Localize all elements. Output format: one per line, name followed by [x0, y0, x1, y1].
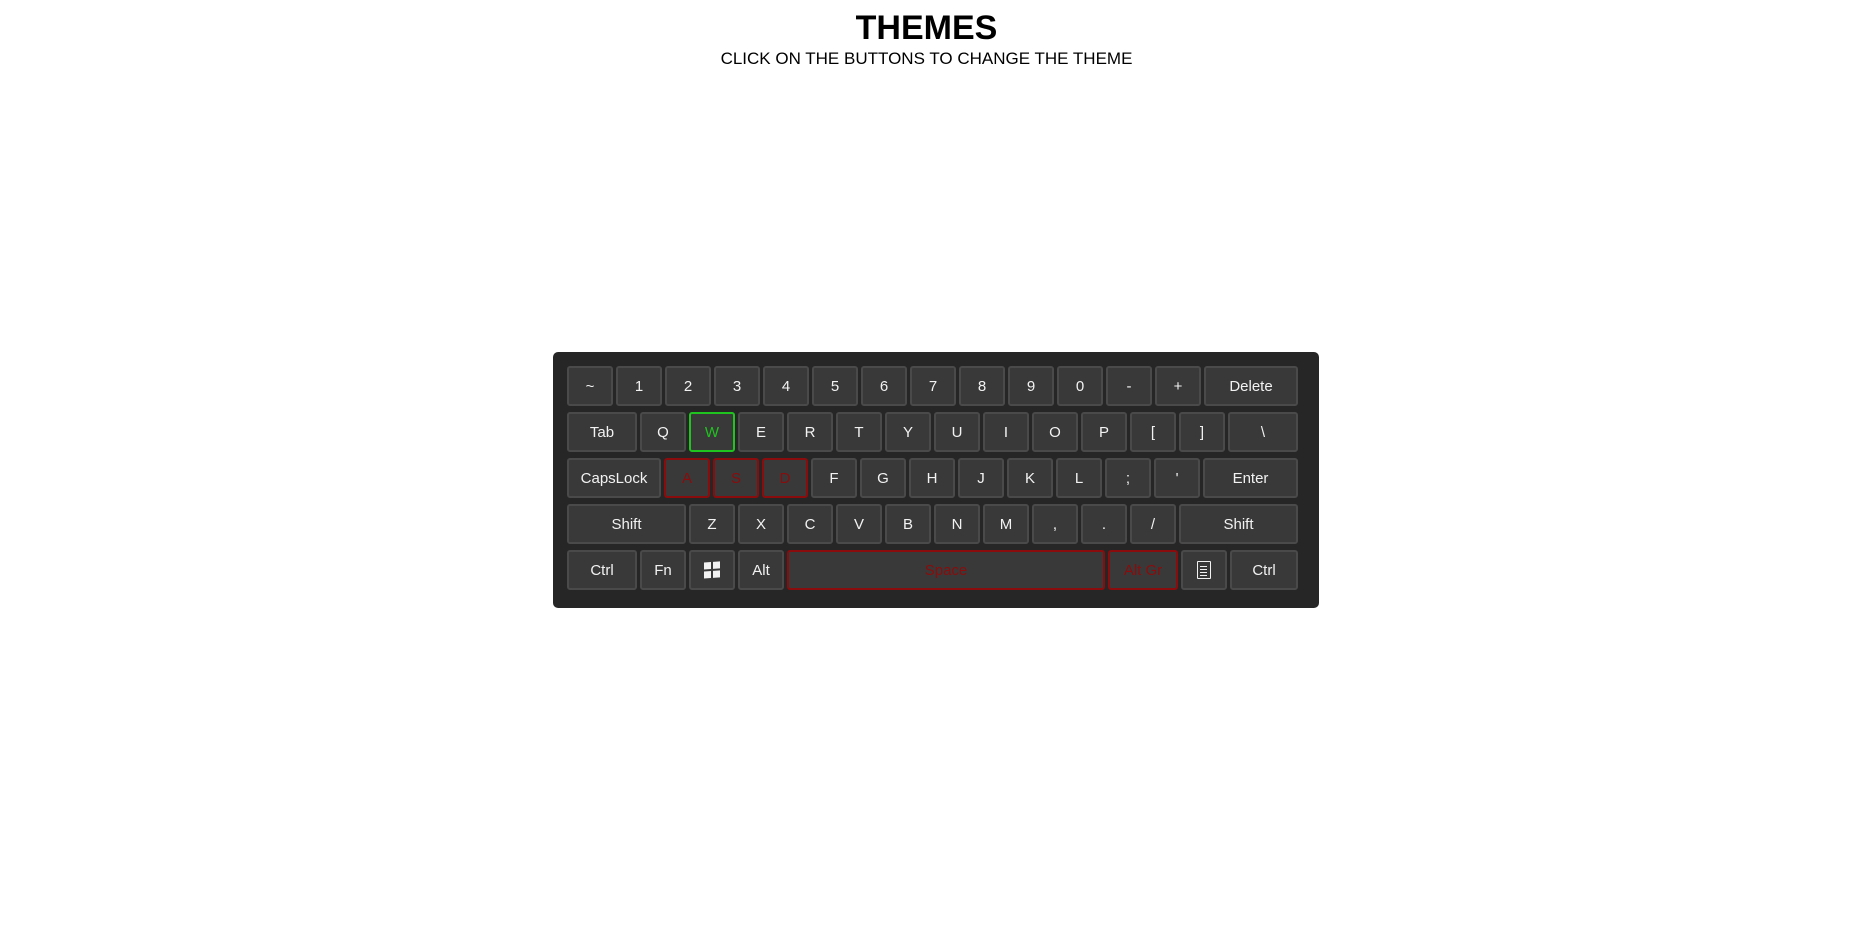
key-y[interactable]: Y [885, 412, 931, 452]
key-slash[interactable]: / [1130, 504, 1176, 544]
page-title: THEMES [855, 9, 998, 47]
key-alt[interactable]: Alt [738, 550, 784, 590]
key-right-bracket[interactable]: ] [1179, 412, 1225, 452]
key-6[interactable]: 6 [861, 366, 907, 406]
key-ctrl-left[interactable]: Ctrl [567, 550, 637, 590]
key-2[interactable]: 2 [665, 366, 711, 406]
key-m[interactable]: M [983, 504, 1029, 544]
key-shift-left[interactable]: Shift [567, 504, 686, 544]
key-e[interactable]: E [738, 412, 784, 452]
key-enter[interactable]: Enter [1203, 458, 1298, 498]
key-c[interactable]: C [787, 504, 833, 544]
key-plus[interactable]: + [1155, 366, 1201, 406]
key-w[interactable]: W [689, 412, 735, 452]
key-alt-gr[interactable]: Alt Gr [1108, 550, 1178, 590]
key-t[interactable]: T [836, 412, 882, 452]
key-3[interactable]: 3 [714, 366, 760, 406]
key-u[interactable]: U [934, 412, 980, 452]
key-o[interactable]: O [1032, 412, 1078, 452]
key-k[interactable]: K [1007, 458, 1053, 498]
key-l[interactable]: L [1056, 458, 1102, 498]
key-1[interactable]: 1 [616, 366, 662, 406]
key-a[interactable]: A [664, 458, 710, 498]
key-i[interactable]: I [983, 412, 1029, 452]
key-period[interactable]: . [1081, 504, 1127, 544]
key-b[interactable]: B [885, 504, 931, 544]
key-r[interactable]: R [787, 412, 833, 452]
key-comma[interactable]: , [1032, 504, 1078, 544]
key-p[interactable]: P [1081, 412, 1127, 452]
key-tab[interactable]: Tab [567, 412, 637, 452]
key-ctrl-right[interactable]: Ctrl [1230, 550, 1298, 590]
key-menu[interactable] [1181, 550, 1227, 590]
key-tilde[interactable]: ~ [567, 366, 613, 406]
header: THEMES CLICK ON THE BUTTONS TO CHANGE TH… [0, 8, 1853, 70]
key-9[interactable]: 9 [1008, 366, 1054, 406]
key-n[interactable]: N [934, 504, 980, 544]
key-space[interactable]: Space [787, 550, 1105, 590]
key-windows[interactable] [689, 550, 735, 590]
document-icon [1197, 561, 1211, 579]
key-backslash[interactable]: \ [1228, 412, 1298, 452]
key-semicolon[interactable]: ; [1105, 458, 1151, 498]
key-4[interactable]: 4 [763, 366, 809, 406]
key-delete[interactable]: Delete [1204, 366, 1298, 406]
page-subtitle: CLICK ON THE BUTTONS TO CHANGE THE THEME [720, 49, 1133, 68]
key-fn[interactable]: Fn [640, 550, 686, 590]
key-f[interactable]: F [811, 458, 857, 498]
key-z[interactable]: Z [689, 504, 735, 544]
key-shift-right[interactable]: Shift [1179, 504, 1298, 544]
key-7[interactable]: 7 [910, 366, 956, 406]
windows-icon [704, 561, 720, 579]
key-left-bracket[interactable]: [ [1130, 412, 1176, 452]
key-minus[interactable]: - [1106, 366, 1152, 406]
key-g[interactable]: G [860, 458, 906, 498]
key-q[interactable]: Q [640, 412, 686, 452]
key-x[interactable]: X [738, 504, 784, 544]
key-8[interactable]: 8 [959, 366, 1005, 406]
key-j[interactable]: J [958, 458, 1004, 498]
key-quote[interactable]: ' [1154, 458, 1200, 498]
key-h[interactable]: H [909, 458, 955, 498]
key-0[interactable]: 0 [1057, 366, 1103, 406]
key-s[interactable]: S [713, 458, 759, 498]
key-v[interactable]: V [836, 504, 882, 544]
keyboard: ~ 1 2 3 4 5 6 7 8 9 0 - + Delete Tab Q W… [553, 352, 1319, 608]
key-capslock[interactable]: CapsLock [567, 458, 661, 498]
key-5[interactable]: 5 [812, 366, 858, 406]
key-d[interactable]: D [762, 458, 808, 498]
